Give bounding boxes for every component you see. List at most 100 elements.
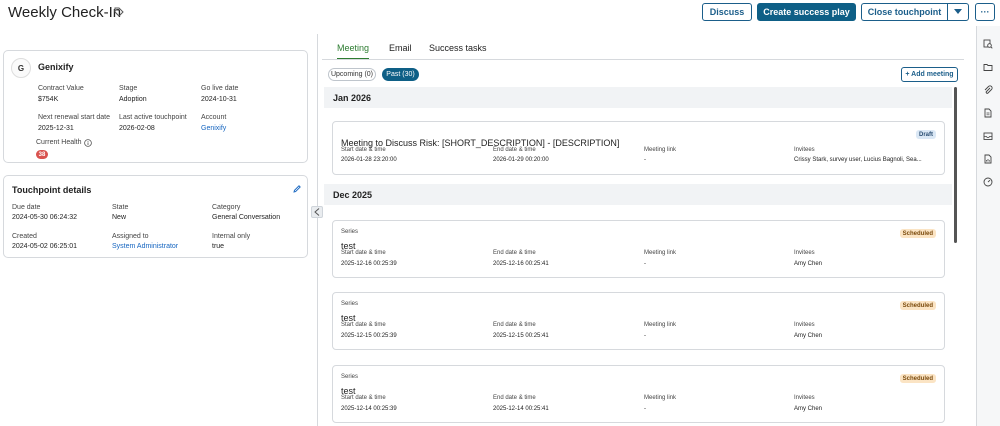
- pencil-icon[interactable]: [292, 184, 302, 194]
- created-label: Created: [12, 233, 37, 240]
- meeting-card[interactable]: Series test Scheduled Start date & time …: [332, 220, 945, 278]
- link-value: -: [644, 333, 646, 339]
- invitees-value: Amy Chen: [794, 406, 823, 412]
- internal-value: true: [212, 243, 225, 250]
- invitees-value: Amy Chen: [794, 333, 823, 339]
- internal-label: Internal only: [212, 233, 251, 240]
- invitees-value: Crissy Stark, survey user, Lucius Bagnol…: [794, 157, 922, 163]
- search-detail-icon[interactable]: [983, 39, 993, 49]
- renewal-label: Next renewal start date: [38, 114, 110, 121]
- account-name: Genixify: [38, 62, 74, 72]
- end-label: End date & time: [493, 147, 536, 153]
- tab-meeting[interactable]: Meeting: [337, 43, 370, 60]
- invitees-label: Invitees: [794, 250, 815, 256]
- touchpoint-details-card: Touchpoint details Due date 2024-05-30 0…: [3, 175, 308, 258]
- end-value: 2025-12-14 00:25:41: [493, 406, 549, 412]
- chevron-left-icon: [314, 208, 320, 216]
- inbox-icon[interactable]: [983, 131, 993, 141]
- more-actions-button[interactable]: ···: [975, 3, 995, 21]
- renewal-value: 2025-12-31: [38, 125, 74, 132]
- series-label: Series: [341, 229, 359, 235]
- meeting-card[interactable]: Series test Scheduled Start date & time …: [332, 365, 945, 423]
- collapse-panel-button[interactable]: [311, 206, 323, 218]
- go-live-label: Go live date: [201, 85, 239, 92]
- start-label: Start date & time: [341, 322, 386, 328]
- health-label: Current Health: [36, 139, 82, 146]
- upcoming-filter[interactable]: Upcoming (0): [328, 68, 376, 81]
- paperclip-icon[interactable]: [983, 85, 993, 95]
- caret-down-icon: [954, 9, 962, 14]
- start-value: 2025-12-14 00:25:39: [341, 406, 397, 412]
- account-card: G Genixify Contract Value $754K Stage Ad…: [3, 50, 308, 163]
- past-filter[interactable]: Past (30): [382, 68, 419, 81]
- end-value: 2026-01-29 00:20:00: [493, 157, 549, 163]
- invitees-value: Amy Chen: [794, 261, 823, 267]
- create-success-play-button[interactable]: Create success play: [757, 3, 856, 21]
- start-value: 2025-12-15 00:25:39: [341, 333, 397, 339]
- tab-email[interactable]: Email: [389, 43, 412, 58]
- status-badge: Scheduled: [899, 301, 936, 310]
- link-value: -: [644, 406, 646, 412]
- logo-letter: G: [17, 63, 25, 73]
- stage-value: Adoption: [119, 96, 147, 103]
- left-panel: G Genixify Contract Value $754K Stage Ad…: [0, 44, 317, 426]
- category-label: Category: [212, 204, 241, 211]
- end-value: 2025-12-16 00:25:41: [493, 261, 549, 267]
- document-icon[interactable]: [983, 108, 993, 118]
- account-label: Account: [201, 114, 227, 121]
- contract-value: $754K: [38, 96, 59, 103]
- assigned-link[interactable]: System Administrator: [112, 243, 178, 250]
- meeting-card[interactable]: Meeting to Discuss Risk: [SHORT_DESCRIPT…: [332, 121, 945, 175]
- meeting-card[interactable]: Series test Scheduled Start date & time …: [332, 292, 945, 350]
- touchpoint-details-title: Touchpoint details: [12, 185, 92, 195]
- scrollbar[interactable]: [954, 87, 957, 243]
- invitees-label: Invitees: [794, 395, 815, 401]
- due-date-label: Due date: [12, 204, 41, 211]
- link-label: Meeting link: [644, 250, 677, 256]
- tab-success-tasks[interactable]: Success tasks: [429, 43, 487, 58]
- created-value: 2024-05-02 06:25:01: [12, 243, 77, 250]
- tag-icon[interactable]: [114, 7, 124, 17]
- contract-value-label: Contract Value: [38, 85, 84, 92]
- link-label: Meeting link: [644, 322, 677, 328]
- folder-icon[interactable]: [983, 62, 993, 72]
- start-label: Start date & time: [341, 147, 386, 153]
- link-label: Meeting link: [644, 395, 677, 401]
- status-badge: Scheduled: [899, 374, 936, 383]
- month-header-jan-2026: Jan 2026: [324, 87, 952, 108]
- go-live-value: 2024-10-31: [201, 96, 237, 103]
- start-value: 2025-12-16 00:25:39: [341, 261, 397, 267]
- close-touchpoint-button[interactable]: Close touchpoint: [861, 3, 947, 21]
- start-label: Start date & time: [341, 395, 386, 401]
- series-label: Series: [341, 374, 359, 380]
- account-link[interactable]: Genixify: [201, 125, 226, 132]
- start-value: 2026-01-28 23:20:00: [341, 157, 397, 163]
- add-meeting-button[interactable]: + Add meeting: [901, 67, 958, 82]
- category-value: General Conversation: [212, 214, 281, 221]
- discuss-button[interactable]: Discuss: [702, 3, 752, 21]
- page-title: Weekly Check-In: [8, 4, 122, 21]
- link-label: Meeting link: [644, 147, 677, 153]
- account-logo: G: [11, 58, 31, 78]
- stage-label: Stage: [119, 85, 138, 92]
- series-label: Series: [341, 301, 359, 307]
- link-value: -: [644, 261, 646, 267]
- dashboard-icon[interactable]: [983, 177, 993, 187]
- link-value: -: [644, 157, 646, 163]
- status-badge: Scheduled: [899, 229, 936, 238]
- state-value: New: [112, 214, 127, 221]
- end-label: End date & time: [493, 322, 536, 328]
- file-chart-icon[interactable]: [983, 154, 993, 164]
- page-header: Weekly Check-In Discuss Create success p…: [0, 0, 1000, 26]
- due-date-value: 2024-05-30 06:24:32: [12, 214, 77, 221]
- close-options-button[interactable]: [947, 3, 969, 21]
- last-touch-label: Last active touchpoint: [119, 114, 187, 121]
- assigned-label: Assigned to: [112, 233, 149, 240]
- invitees-label: Invitees: [794, 147, 815, 153]
- month-header-dec-2025: Dec 2025: [324, 184, 952, 205]
- end-label: End date & time: [493, 395, 536, 401]
- info-icon[interactable]: [84, 139, 92, 147]
- health-score-badge: 38: [36, 150, 48, 159]
- state-label: State: [112, 204, 129, 211]
- invitees-label: Invitees: [794, 322, 815, 328]
